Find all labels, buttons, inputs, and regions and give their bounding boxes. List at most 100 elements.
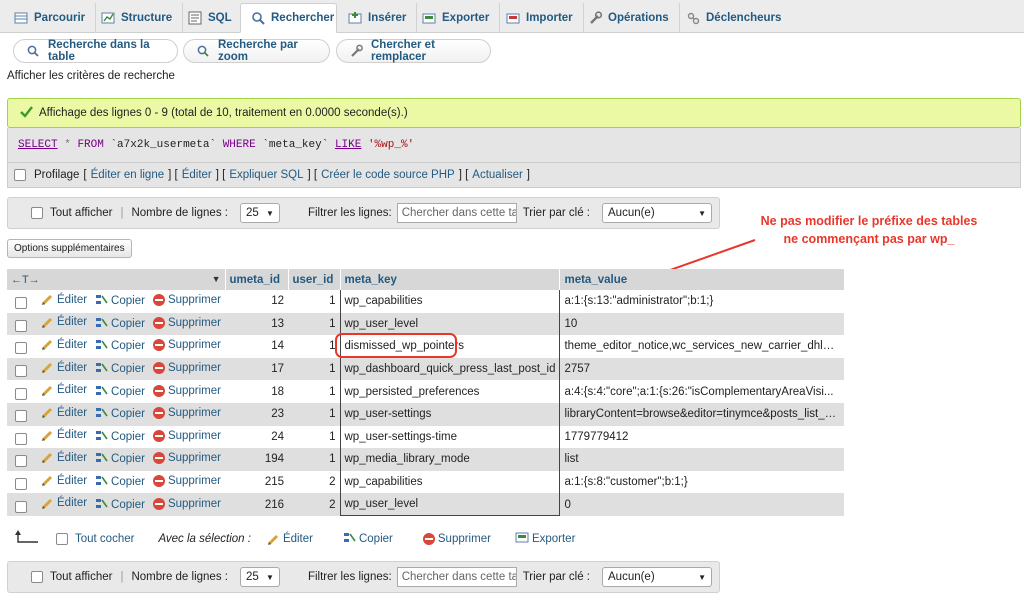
meta-value-cell[interactable]: libraryContent=browse&editor=tinymce&pos… — [559, 402, 845, 426]
show-all-checkbox[interactable] — [31, 207, 43, 219]
umeta-id-cell[interactable]: 18 — [225, 380, 288, 403]
column-header[interactable]: umeta_id — [225, 269, 289, 290]
tab-export[interactable]: Exporter — [412, 3, 501, 33]
row-checkbox[interactable] — [15, 387, 27, 400]
tab-structure[interactable]: Structure — [91, 3, 184, 33]
umeta-id-cell[interactable]: 23 — [225, 402, 288, 426]
meta-value-cell[interactable]: a:1:{s:8:"customer";b:1;} — [559, 470, 845, 494]
row-checkbox[interactable] — [15, 297, 27, 310]
meta-value-cell[interactable]: a:4:{s:4:"core";a:1:{s:26:"isComplementa… — [559, 380, 845, 403]
row-copy-button[interactable]: Copier — [95, 429, 145, 445]
row-delete-button[interactable]: Supprimer — [152, 339, 221, 352]
row-edit-button[interactable]: Éditer — [41, 361, 87, 374]
tab-import[interactable]: Importer — [496, 3, 584, 33]
meta-key-cell[interactable]: wp_media_library_mode — [339, 448, 561, 471]
row-delete-button[interactable]: Supprimer — [152, 429, 221, 442]
meta-key-cell[interactable]: wp_user_level — [339, 493, 561, 517]
column-header[interactable]: meta_value — [559, 269, 845, 290]
umeta-id-cell[interactable]: 13 — [225, 312, 288, 336]
row-delete-button[interactable]: Supprimer — [152, 407, 221, 420]
tab-operations[interactable]: Opérations — [578, 3, 680, 33]
row-delete-button[interactable]: Supprimer — [152, 362, 221, 375]
row-delete-button[interactable]: Supprimer — [152, 384, 221, 397]
row-checkbox[interactable] — [15, 478, 27, 491]
filter-rows-input[interactable]: Chercher dans cette table — [396, 567, 517, 587]
row-edit-button[interactable]: Éditer — [41, 451, 87, 464]
row-copy-button[interactable]: Copier — [95, 338, 145, 354]
meta-value-cell[interactable]: a:1:{s:13:"administrator";b:1;} — [559, 290, 845, 313]
user-id-cell[interactable]: 1 — [288, 448, 340, 471]
meta-key-cell[interactable]: wp_user-settings-time — [339, 425, 561, 449]
user-id-cell[interactable]: 2 — [288, 493, 340, 516]
row-copy-button[interactable]: Copier — [95, 293, 145, 309]
row-checkbox[interactable] — [15, 455, 27, 468]
row-checkbox[interactable] — [15, 410, 27, 423]
row-checkbox[interactable] — [15, 342, 27, 355]
sort-key-select[interactable]: Aucun(e) ▼ — [602, 567, 712, 587]
row-checkbox[interactable] — [15, 319, 27, 332]
row-copy-button[interactable]: Copier — [95, 497, 145, 513]
row-edit-button[interactable]: Éditer — [41, 338, 87, 351]
meta-key-cell[interactable]: wp_capabilities — [339, 470, 561, 494]
meta-value-cell[interactable]: theme_editor_notice,wc_services_new_carr… — [559, 335, 845, 358]
bulk-delete-button[interactable]: Supprimer — [422, 533, 491, 545]
umeta-id-cell[interactable]: 194 — [225, 448, 288, 471]
refresh-link[interactable]: Actualiser — [472, 169, 523, 181]
row-copy-button[interactable]: Copier — [95, 451, 145, 467]
column-header[interactable]: user_id — [288, 269, 341, 290]
bulk-copy-button[interactable]: Copier — [343, 531, 393, 547]
row-checkbox[interactable] — [15, 432, 27, 445]
check-all-label[interactable]: Tout cocher — [75, 533, 134, 545]
row-copy-button[interactable]: Copier — [95, 361, 145, 377]
umeta-id-cell[interactable]: 14 — [225, 335, 288, 358]
row-edit-button[interactable]: Éditer — [41, 429, 87, 442]
user-id-cell[interactable]: 1 — [288, 402, 340, 426]
meta-value-cell[interactable]: 2757 — [559, 357, 845, 381]
row-count-select[interactable]: 25 ▼ — [239, 567, 280, 587]
row-delete-button[interactable]: Supprimer — [152, 497, 221, 510]
tab-triggers[interactable]: Déclencheurs — [676, 3, 791, 33]
meta-value-cell[interactable]: 0 — [559, 493, 845, 516]
subtab-find-replace[interactable]: Chercher et remplacer — [336, 39, 491, 63]
user-id-cell[interactable]: 2 — [288, 470, 340, 494]
bulk-export-button[interactable]: Exporter — [515, 531, 575, 547]
umeta-id-cell[interactable]: 24 — [225, 425, 288, 449]
column-toggle-header[interactable]: ←T→ ▼ — [7, 269, 226, 290]
user-id-cell[interactable]: 1 — [288, 312, 340, 336]
row-delete-button[interactable]: Supprimer — [152, 452, 221, 465]
row-count-select[interactable]: 25 ▼ — [239, 203, 280, 223]
row-copy-button[interactable]: Copier — [95, 474, 145, 490]
user-id-cell[interactable]: 1 — [288, 335, 340, 358]
umeta-id-cell[interactable]: 216 — [225, 493, 288, 516]
row-edit-button[interactable]: Éditer — [41, 316, 87, 329]
meta-key-cell[interactable]: wp_capabilities — [339, 290, 561, 313]
meta-key-cell[interactable]: wp_user_level — [339, 312, 561, 336]
bulk-edit-button[interactable]: Éditer — [267, 533, 313, 546]
user-id-cell[interactable]: 1 — [288, 357, 340, 381]
meta-value-cell[interactable]: list — [559, 448, 845, 471]
meta-key-cell[interactable]: wp_user-settings — [339, 402, 561, 426]
row-edit-button[interactable]: Éditer — [41, 384, 87, 397]
tab-search[interactable]: Rechercher — [240, 3, 337, 33]
meta-key-cell[interactable]: wp_persisted_preferences — [339, 380, 561, 403]
row-edit-button[interactable]: Éditer — [41, 474, 87, 487]
row-delete-button[interactable]: Supprimer — [152, 294, 221, 307]
check-all-checkbox[interactable] — [56, 533, 68, 545]
subtab-zoom-search[interactable]: Recherche par zoom — [183, 39, 330, 63]
row-copy-button[interactable]: Copier — [95, 384, 145, 400]
subtab-table-search[interactable]: Recherche dans la table — [13, 39, 178, 63]
create-php-link[interactable]: Créer le code source PHP — [321, 169, 455, 181]
user-id-cell[interactable]: 1 — [288, 380, 340, 403]
row-checkbox[interactable] — [15, 365, 27, 378]
meta-value-cell[interactable]: 1779779412 — [559, 425, 845, 449]
edit-inline-link[interactable]: Éditer en ligne — [91, 169, 165, 181]
filter-rows-input[interactable]: Chercher dans cette table — [396, 203, 517, 223]
row-checkbox[interactable] — [15, 500, 27, 513]
edit-link[interactable]: Éditer — [182, 169, 212, 181]
umeta-id-cell[interactable]: 12 — [225, 290, 288, 313]
column-header[interactable]: meta_key — [340, 269, 561, 290]
row-copy-button[interactable]: Copier — [95, 316, 145, 332]
umeta-id-cell[interactable]: 215 — [225, 470, 288, 494]
extra-options-button[interactable]: Options supplémentaires — [7, 239, 132, 258]
row-edit-button[interactable]: Éditer — [41, 406, 87, 419]
